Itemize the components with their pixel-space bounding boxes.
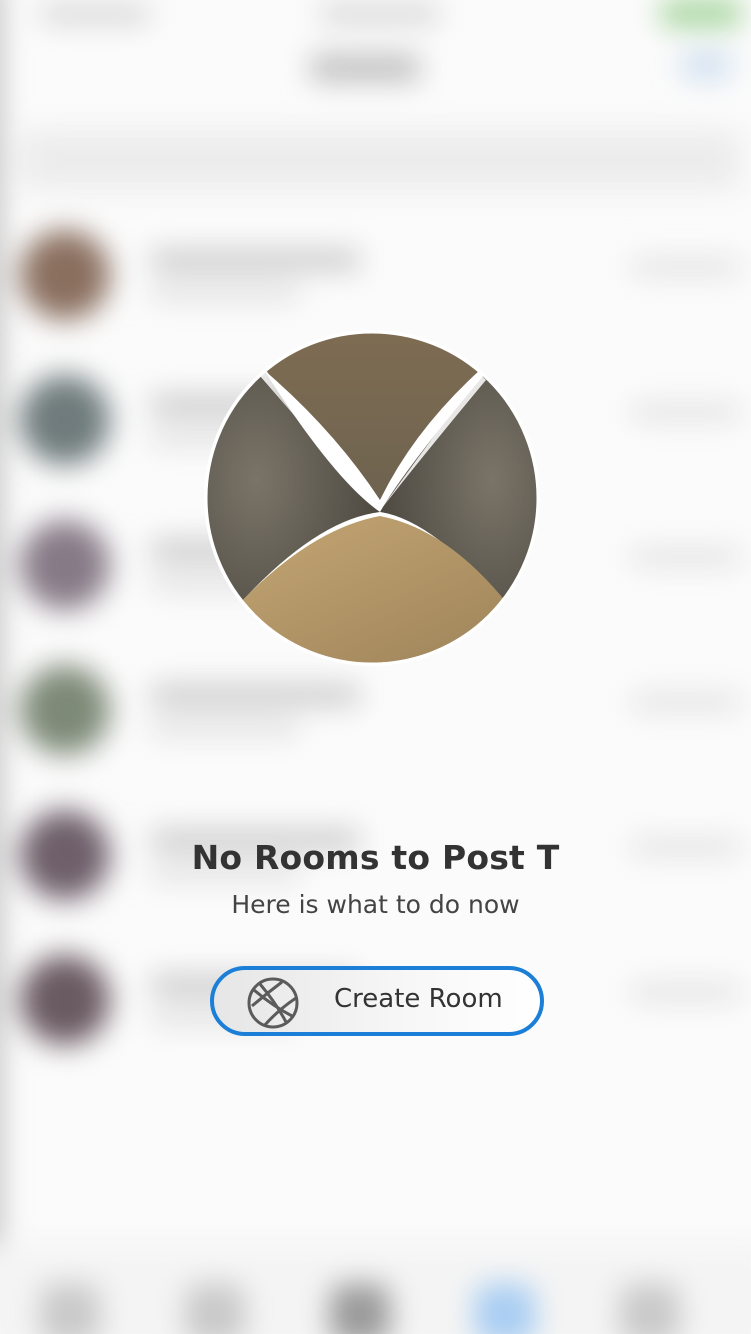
empty-state: No Rooms to Post T Here is what to do no… (0, 0, 751, 1334)
empty-state-title: No Rooms to Post T (191, 838, 560, 877)
app-logo-icon (204, 330, 540, 666)
globe-icon (246, 976, 300, 1030)
screen: No Rooms to Post T Here is what to do no… (0, 0, 751, 1334)
create-room-button[interactable]: Create Room (210, 966, 544, 1036)
create-room-label: Create Room (334, 984, 503, 1014)
empty-state-subtitle: Here is what to do now (231, 890, 520, 919)
